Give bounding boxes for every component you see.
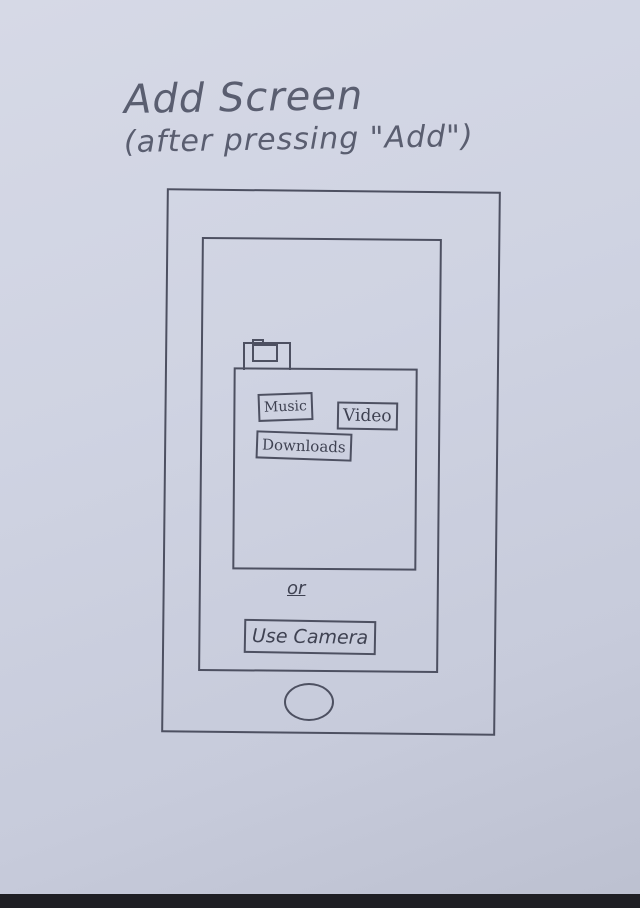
sketch-heading: Add Screen (after pressing "Add") bbox=[123, 72, 474, 161]
folder-music-button[interactable]: Music bbox=[257, 392, 314, 422]
page-title: Add Screen bbox=[123, 72, 364, 124]
edge-shadow bbox=[0, 894, 640, 908]
folder-downloads-button[interactable]: Downloads bbox=[255, 430, 353, 462]
home-button-icon[interactable] bbox=[284, 683, 334, 721]
paper-sheet: Add Screen (after pressing "Add") Music … bbox=[0, 0, 640, 908]
folder-video-button[interactable]: Video bbox=[336, 401, 398, 431]
folder-icon[interactable] bbox=[252, 339, 278, 362]
use-camera-button[interactable]: Use Camera bbox=[243, 618, 377, 656]
page-subtitle: (after pressing "Add") bbox=[123, 118, 474, 161]
or-divider: or bbox=[287, 578, 306, 599]
